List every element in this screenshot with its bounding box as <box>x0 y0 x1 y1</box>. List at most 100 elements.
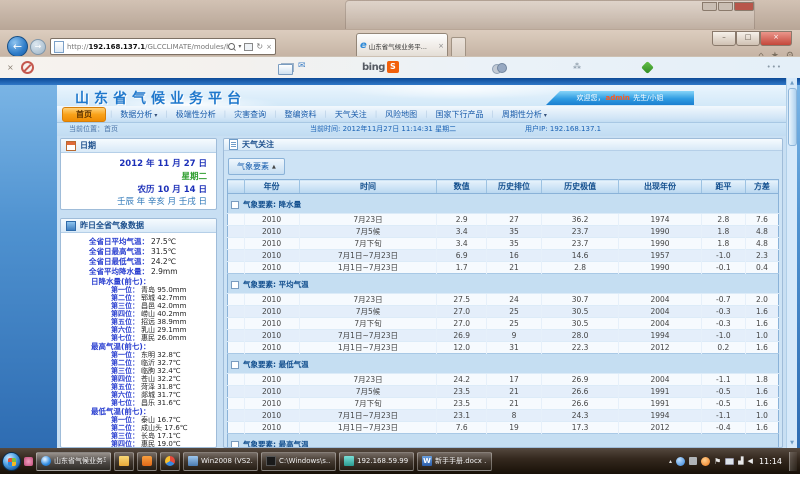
table-row[interactable]: 20107月1日~7月23日26.9928.01994-1.01.0 <box>228 330 779 342</box>
cell: 1974 <box>619 214 702 226</box>
new-tab-button[interactable] <box>451 37 466 57</box>
taskbar-clock[interactable]: 11:14 <box>759 457 782 466</box>
table-row[interactable]: 20101月1日~7月23日12.03122.320120.21.6 <box>228 342 779 354</box>
compatibility-icon[interactable] <box>244 43 253 51</box>
scroll-down-icon[interactable]: ▼ <box>787 440 797 446</box>
display-icon[interactable] <box>725 458 734 465</box>
taskbar-button-doc[interactable]: W新手手册.docx ... <box>417 452 492 471</box>
col-header[interactable]: 距平 <box>701 180 745 194</box>
taskbar-button-app-media[interactable] <box>160 452 180 471</box>
table-row[interactable]: 20107月下旬23.52126.61991-0.51.6 <box>228 398 779 410</box>
back-button[interactable]: ← <box>7 36 28 57</box>
document-icon <box>229 139 238 150</box>
bing-logo[interactable]: bingS <box>362 61 399 73</box>
col-header[interactable]: 方差 <box>745 180 778 194</box>
menu-item-weather-focus[interactable]: 天气关注 <box>327 109 375 120</box>
table-group-row[interactable]: 气象要素: 平均气温 <box>228 274 779 294</box>
menu-item-national-products[interactable]: 国家下行产品 <box>428 109 492 120</box>
row-check-cell <box>228 374 245 386</box>
taskbar-button-win2008[interactable]: Win2008 (VS2... <box>183 452 258 471</box>
taskbar-button-folder[interactable] <box>114 452 134 471</box>
minimize-icon[interactable] <box>702 2 717 11</box>
stop-icon[interactable]: × <box>266 43 272 51</box>
firefox-icon[interactable] <box>701 457 710 466</box>
taskbar-button-ie[interactable]: 山东省气候业务平... <box>36 452 111 471</box>
cell: 1.8 <box>701 238 745 250</box>
taskbar-button-cmd[interactable]: C:\Windows\s... <box>261 452 336 471</box>
scroll-up-icon[interactable]: ▲ <box>787 80 797 86</box>
checkbox[interactable] <box>231 361 239 369</box>
menu-item-risk-map[interactable]: 风险地图 <box>377 109 425 120</box>
weather-stat: 全省日最高气温：31.5℃ <box>65 247 212 257</box>
forward-button[interactable]: → <box>30 39 46 55</box>
col-header[interactable]: 历史排位 <box>486 180 541 194</box>
browser-tab[interactable]: e 山东省气候业务平... × <box>356 33 448 57</box>
chevron-down-icon[interactable]: ▾ <box>238 43 241 50</box>
col-header[interactable]: 历史极值 <box>542 180 619 194</box>
menu-item-home[interactable]: 首页 <box>62 107 106 122</box>
table-row[interactable]: 20107月5候27.02530.52004-0.31.6 <box>228 306 779 318</box>
maximize-button[interactable]: □ <box>736 31 760 46</box>
table-group-row[interactable]: 气象要素: 降水量 <box>228 194 779 214</box>
cell: 24 <box>486 294 541 306</box>
table-group-row[interactable]: 气象要素: 最高气温 <box>228 434 779 449</box>
show-desktop-button[interactable] <box>789 452 797 471</box>
col-header[interactable]: 年份 <box>244 180 299 194</box>
overflow-dots-icon[interactable]: ••• <box>767 63 782 71</box>
coins-icon[interactable] <box>492 63 507 73</box>
blue-app-tray-icon[interactable] <box>676 457 685 466</box>
search-icon[interactable] <box>228 43 235 50</box>
checkbox[interactable] <box>231 201 239 209</box>
system-tray: ▴ ⚑ ▟ ◀ 11:14 <box>669 452 798 471</box>
page-scrollbar[interactable]: ▲ ▼ <box>786 78 797 448</box>
menu-item-compiled-data[interactable]: 整编资料 <box>276 109 324 120</box>
mail-icon[interactable]: ✉ <box>298 61 306 71</box>
table-row[interactable]: 20107月23日24.21726.92004-1.11.8 <box>228 374 779 386</box>
menu-item-periodic-analysis[interactable]: 周期性分析▾ <box>494 109 555 120</box>
action-center-flag-icon[interactable]: ⚑ <box>714 457 721 466</box>
taskbar-button-app-orange[interactable] <box>137 452 157 471</box>
menu-item-extreme-analysis[interactable]: 极端性分析 <box>168 109 224 120</box>
weather-stats: 全省日平均气温：27.5℃全省日最高气温：31.5℃全省日最低气温：24.2℃全… <box>61 233 216 448</box>
table-row[interactable]: 20107月下旬3.43523.719901.84.8 <box>228 238 779 250</box>
element-filter-button[interactable]: 气象要素 ▲ <box>228 158 285 175</box>
plugin-icon[interactable] <box>641 61 654 74</box>
col-header[interactable]: 时间 <box>299 180 437 194</box>
volume-icon[interactable]: ◀ <box>748 457 753 465</box>
table-group-row[interactable]: 气象要素: 最低气温 <box>228 354 779 374</box>
table-row[interactable]: 20107月5候23.52126.61991-0.51.6 <box>228 386 779 398</box>
checkbox[interactable] <box>231 441 239 449</box>
minimize-button[interactable]: – <box>712 31 736 46</box>
close-button[interactable]: × <box>760 31 792 46</box>
start-button[interactable] <box>2 452 21 471</box>
address-bar[interactable]: http://192.168.137.1/GLCCLIMATE/modules/… <box>50 38 276 55</box>
hidden-icons-chevron[interactable]: ▴ <box>669 458 672 465</box>
tab-close-icon[interactable]: × <box>438 42 444 50</box>
close-icon[interactable]: × <box>7 63 14 72</box>
close-icon[interactable] <box>734 2 754 11</box>
menu-item-data-analysis[interactable]: 数据分析▾ <box>112 109 165 120</box>
signal-icon[interactable]: ⁂ <box>573 62 581 71</box>
taskbar-button-remote[interactable]: 192.168.59.99... <box>339 452 414 471</box>
col-header[interactable]: 出现年份 <box>619 180 702 194</box>
checkbox[interactable] <box>231 281 239 289</box>
table-row[interactable]: 20107月5候3.43523.719901.84.8 <box>228 226 779 238</box>
table-row[interactable]: 20107月下旬27.02530.52004-0.31.6 <box>228 318 779 330</box>
table-row[interactable]: 20107月23日27.52430.72004-0.72.0 <box>228 294 779 306</box>
menu-item-disaster-query[interactable]: 灾害查询 <box>226 109 274 120</box>
card-icon[interactable] <box>278 64 293 75</box>
table-row[interactable]: 20107月1日~7月23日23.1824.31994-1.11.0 <box>228 410 779 422</box>
cell: 16 <box>486 250 541 262</box>
table-row[interactable]: 20101月1日~7月23日1.7212.81990-0.10.4 <box>228 262 779 274</box>
pinned-app-icon[interactable] <box>24 457 33 466</box>
maximize-icon[interactable] <box>718 2 733 11</box>
table-row[interactable]: 20107月1日~7月23日6.91614.61957-1.02.3 <box>228 250 779 262</box>
col-header[interactable]: 数值 <box>437 180 487 194</box>
network-icon[interactable]: ▟ <box>738 457 743 465</box>
ime-icon[interactable] <box>689 457 697 465</box>
scrollbar-thumb[interactable] <box>788 88 797 146</box>
table-row[interactable]: 20107月23日2.92736.219742.87.6 <box>228 214 779 226</box>
table-row[interactable]: 20101月1日~7月23日7.61917.32012-0.41.6 <box>228 422 779 434</box>
refresh-icon[interactable]: ↻ <box>256 42 263 51</box>
cell: 2010 <box>244 342 299 354</box>
